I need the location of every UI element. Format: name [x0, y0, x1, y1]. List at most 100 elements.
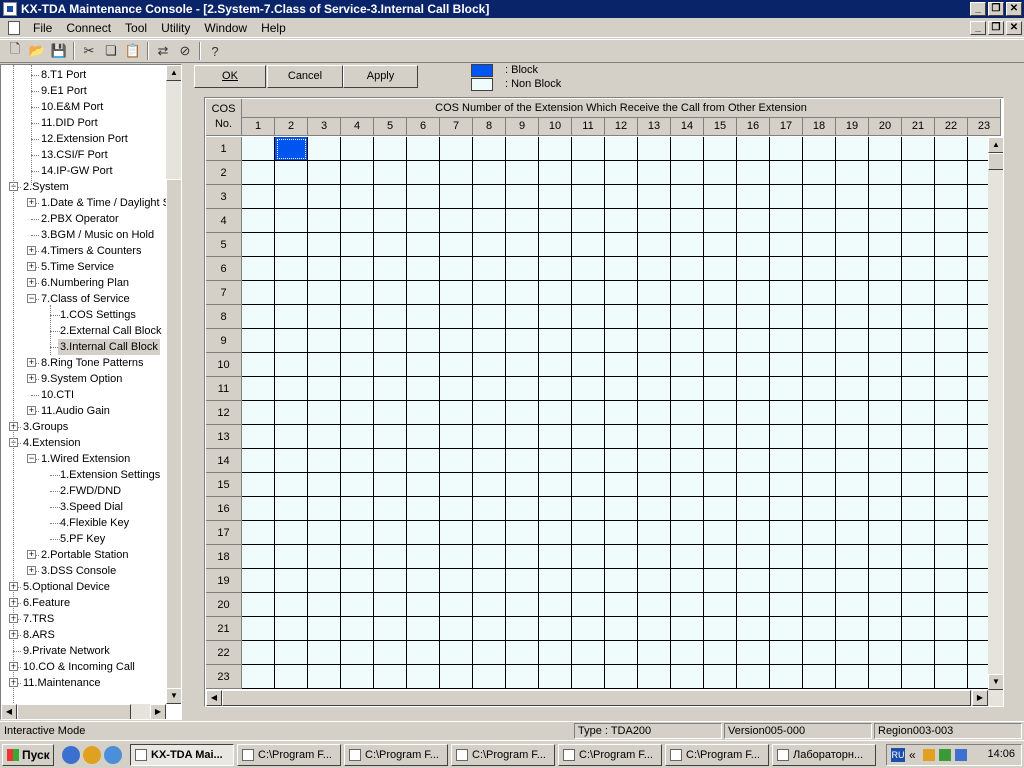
grid-cell[interactable]	[374, 281, 407, 305]
grid-cell[interactable]	[836, 329, 869, 353]
grid-cell[interactable]	[242, 593, 275, 617]
column-header[interactable]: 12	[605, 118, 638, 136]
grid-cell[interactable]	[572, 305, 605, 329]
column-header[interactable]: 10	[539, 118, 572, 136]
grid-cell[interactable]	[374, 641, 407, 665]
expand-icon[interactable]: +	[27, 566, 36, 575]
grid-cell[interactable]	[704, 185, 737, 209]
menu-tool[interactable]: Tool	[118, 21, 154, 35]
grid-cell[interactable]	[440, 449, 473, 473]
grid-cell[interactable]	[605, 305, 638, 329]
grid-cell[interactable]	[836, 353, 869, 377]
grid-cell[interactable]	[605, 497, 638, 521]
task-program-files-3[interactable]: C:\Program F...	[451, 744, 555, 766]
column-header[interactable]: 11	[572, 118, 605, 136]
grid-cell[interactable]	[374, 305, 407, 329]
grid-cell[interactable]	[473, 281, 506, 305]
close-button[interactable]: ✕	[1006, 2, 1022, 16]
grid-cell[interactable]	[935, 233, 968, 257]
grid-cell[interactable]	[539, 425, 572, 449]
grid-cell[interactable]	[374, 545, 407, 569]
grid-cell[interactable]	[902, 569, 935, 593]
grid-cell[interactable]	[803, 617, 836, 641]
grid-cell[interactable]	[572, 329, 605, 353]
grid-cell[interactable]	[506, 305, 539, 329]
grid-cell[interactable]	[374, 233, 407, 257]
grid-cell[interactable]	[539, 329, 572, 353]
grid-cell[interactable]	[836, 521, 869, 545]
grid-cell[interactable]	[935, 305, 968, 329]
grid-cell[interactable]	[704, 353, 737, 377]
grid-cell[interactable]	[671, 185, 704, 209]
grid-cell[interactable]	[770, 185, 803, 209]
grid-cell[interactable]	[836, 161, 869, 185]
grid-cell[interactable]	[506, 665, 539, 689]
grid-cell[interactable]	[440, 401, 473, 425]
tree-item[interactable]: 12.Extension Port	[1, 131, 167, 147]
row-header[interactable]: 14	[206, 449, 242, 473]
grid-cell[interactable]	[407, 137, 440, 161]
grid-cell[interactable]	[407, 425, 440, 449]
grid-cell[interactable]	[902, 425, 935, 449]
grid-cell[interactable]	[737, 425, 770, 449]
grid-cell[interactable]	[440, 473, 473, 497]
grid-cell[interactable]	[242, 617, 275, 641]
grid-cell[interactable]	[572, 521, 605, 545]
row-header[interactable]: 23	[206, 665, 242, 689]
grid-cell[interactable]	[407, 497, 440, 521]
row-header[interactable]: 17	[206, 521, 242, 545]
grid-cell[interactable]	[242, 497, 275, 521]
grid-cell[interactable]	[737, 377, 770, 401]
grid-cell[interactable]	[803, 305, 836, 329]
grid-cell[interactable]	[836, 281, 869, 305]
grid-cell[interactable]	[869, 617, 902, 641]
grid-cell[interactable]	[308, 377, 341, 401]
grid-cell[interactable]	[638, 353, 671, 377]
grid-cell[interactable]	[572, 137, 605, 161]
grid-cell[interactable]	[308, 545, 341, 569]
grid-cell[interactable]	[275, 569, 308, 593]
grid-cell[interactable]	[935, 353, 968, 377]
grid-cell[interactable]	[770, 377, 803, 401]
grid-cell[interactable]	[506, 521, 539, 545]
tree-item[interactable]: 14.IP-GW Port	[1, 163, 167, 179]
grid-cell[interactable]	[935, 641, 968, 665]
grid-cell[interactable]	[242, 161, 275, 185]
grid-cell[interactable]	[308, 617, 341, 641]
grid-cell[interactable]	[242, 665, 275, 689]
row-header[interactable]: 20	[206, 593, 242, 617]
tree-item[interactable]: 5.PF Key	[1, 531, 167, 547]
grid-cell[interactable]	[275, 353, 308, 377]
grid-cell[interactable]	[704, 473, 737, 497]
grid-cell[interactable]	[935, 161, 968, 185]
grid-cell[interactable]	[737, 449, 770, 473]
grid-cell[interactable]	[671, 233, 704, 257]
grid-cell[interactable]	[473, 617, 506, 641]
grid-cell[interactable]	[341, 593, 374, 617]
grid-cell[interactable]	[473, 521, 506, 545]
column-header[interactable]: 3	[308, 118, 341, 136]
browser-icon[interactable]	[104, 746, 122, 764]
grid-cell[interactable]	[737, 641, 770, 665]
tree-item[interactable]: 10.CTI	[1, 387, 167, 403]
column-header[interactable]: 15	[704, 118, 737, 136]
grid-cell[interactable]	[935, 257, 968, 281]
expand-icon[interactable]: +	[27, 262, 36, 271]
grid-cell[interactable]	[440, 593, 473, 617]
tree-item[interactable]: 8.T1 Port	[1, 67, 167, 83]
grid-cell[interactable]	[242, 185, 275, 209]
grid-cell[interactable]	[506, 449, 539, 473]
grid-cell[interactable]	[275, 473, 308, 497]
column-header[interactable]: 21	[902, 118, 935, 136]
row-header[interactable]: 2	[206, 161, 242, 185]
grid-cell[interactable]	[836, 473, 869, 497]
grid-cell[interactable]	[275, 329, 308, 353]
tray-network-icon[interactable]	[923, 749, 935, 761]
menu-file[interactable]: File	[26, 21, 59, 35]
grid-cell[interactable]	[737, 137, 770, 161]
grid-hscroll-thumb[interactable]	[222, 690, 971, 706]
grid-cell[interactable]	[704, 569, 737, 593]
column-header[interactable]: 20	[869, 118, 902, 136]
grid-cell[interactable]	[704, 209, 737, 233]
grid-cell[interactable]	[341, 209, 374, 233]
